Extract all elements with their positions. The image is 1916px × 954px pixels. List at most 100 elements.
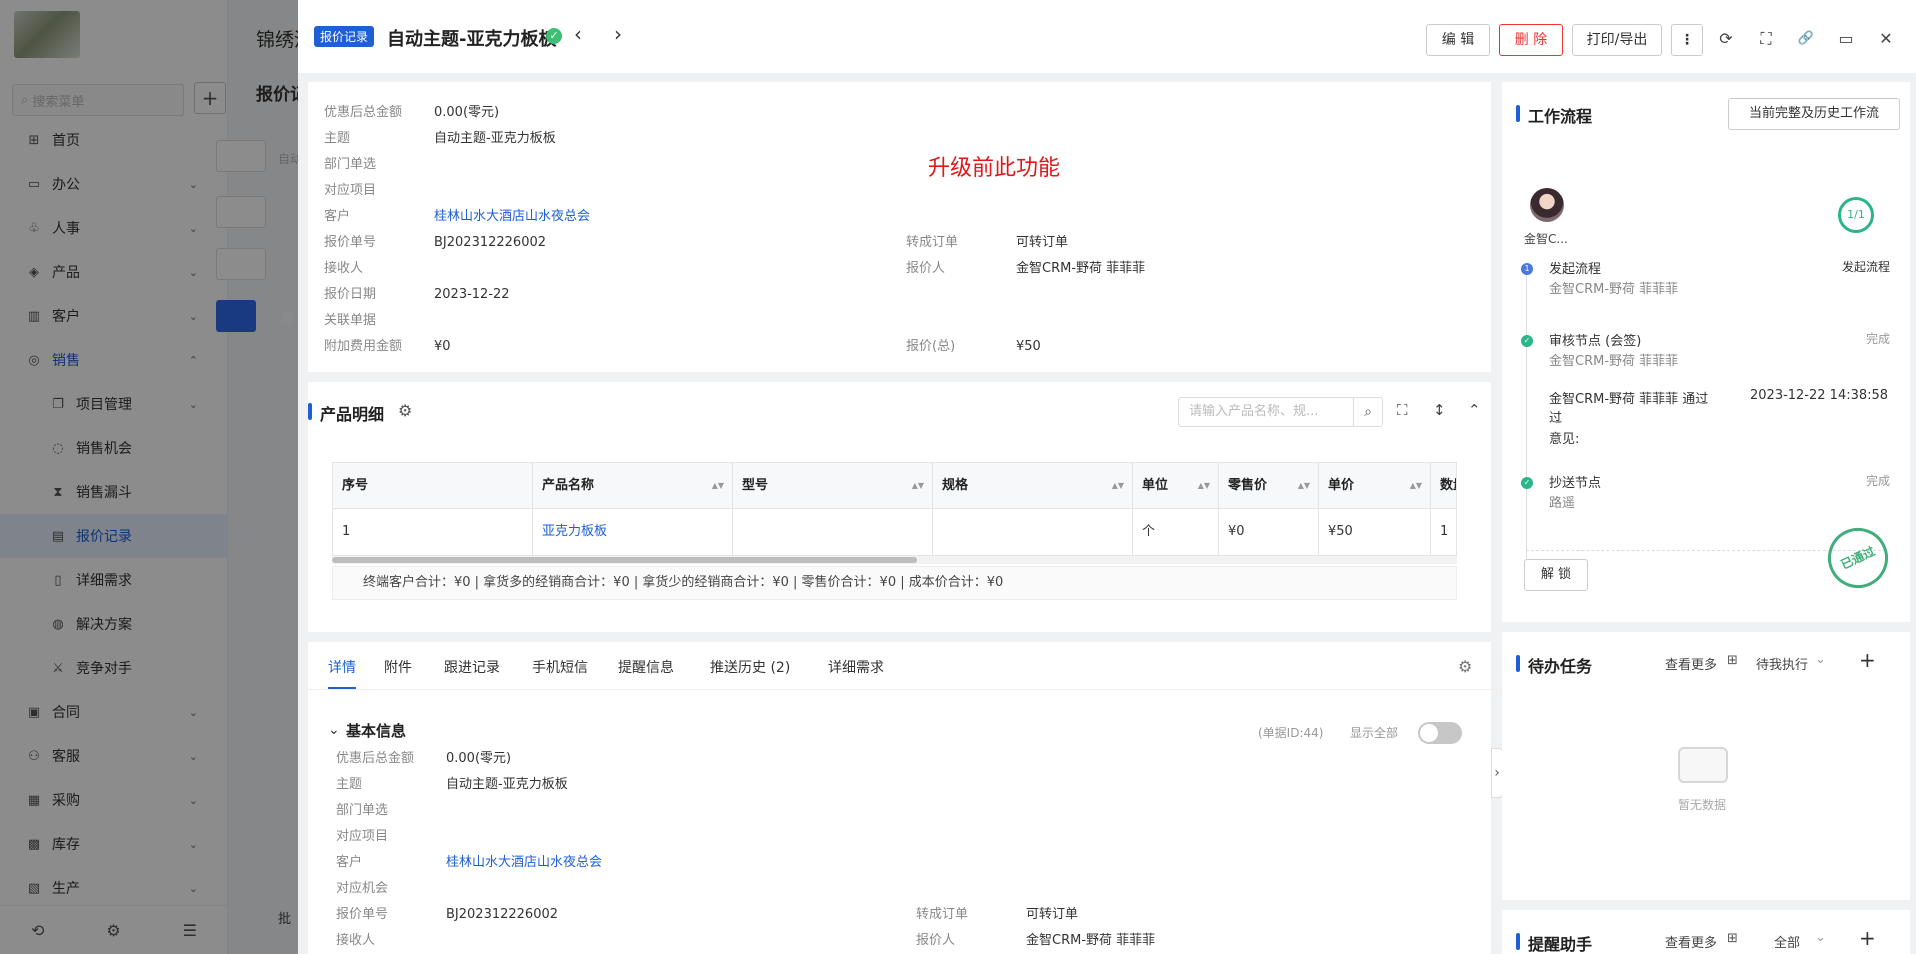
reminder-more-link[interactable]: 查看更多 [1665, 932, 1717, 951]
step-name: 抄送节点 [1549, 476, 1602, 491]
column-header[interactable]: 数量 [1431, 463, 1456, 509]
collapse-icon[interactable]: ⌃ [1468, 401, 1481, 419]
step-status-icon: ✓ [1521, 477, 1533, 489]
edit-button[interactable]: 编 辑 [1426, 24, 1490, 56]
column-header[interactable]: 规格 ▲▼ [933, 463, 1133, 509]
field-row: 转成订单 可转订单 [916, 906, 1316, 924]
workflow-user: 金智C... [1524, 232, 1568, 246]
step-status: 发起流程 [1841, 260, 1890, 274]
next-record-icon[interactable]: › [614, 23, 622, 45]
tab-item[interactable]: 详情 [328, 657, 356, 677]
field-row: 主题 自动主题-亚克力板板 [324, 130, 724, 148]
active-tab-indicator [328, 687, 356, 689]
detail-drawer: 报价记录 自动主题-亚克力板板 ✓ ‹ › 编 辑 删 除 打印/导出 ⋮ ⟳ … [298, 0, 1916, 954]
section-marker [1516, 105, 1520, 122]
add-reminder-icon[interactable]: + [1859, 926, 1876, 950]
sort-icon[interactable]: ▲▼ [912, 463, 924, 509]
fullscreen-icon[interactable]: ⛶ [1753, 26, 1779, 52]
table-cell[interactable]: 亚克力板板 [533, 509, 733, 555]
expand-icon[interactable]: ⛶ [1397, 401, 1408, 419]
step-status: 完成 [1865, 474, 1890, 488]
basic-info-title: 基本信息 [346, 722, 407, 740]
tab-item[interactable]: 推送历史 (2) [710, 657, 790, 677]
delete-button[interactable]: 删 除 [1499, 24, 1563, 56]
settings-icon[interactable]: ⚙ [398, 401, 412, 420]
todo-empty-text: 暂无数据 [1678, 798, 1727, 812]
scrollbar-thumb[interactable] [332, 557, 917, 563]
field-value: ¥50 [1016, 339, 1041, 354]
column-header[interactable]: 序号 [333, 463, 533, 509]
field-label: 部门单选 [336, 803, 389, 818]
step-name: 审核节点 (会签) [1549, 334, 1642, 349]
field-label: 报价单号 [324, 235, 377, 250]
todo-filter-select[interactable]: 待我执行 [1756, 654, 1808, 673]
show-all-toggle[interactable] [1418, 722, 1462, 744]
chevron-down-icon: ⌄ [1815, 930, 1826, 945]
tab-item[interactable]: 详细需求 [828, 657, 884, 677]
print-export-button[interactable]: 打印/导出 [1572, 24, 1662, 56]
field-row: 附加费用金额 ¥0 [324, 338, 724, 356]
step-person: 路遥 [1549, 496, 1576, 511]
field-row: 对应项目 [336, 828, 736, 846]
refresh-icon[interactable]: ⟳ [1713, 26, 1739, 52]
sort-icon[interactable]: ▲▼ [1112, 463, 1124, 509]
step-person: 金智CRM-野荷 菲菲菲 [1549, 354, 1679, 369]
tab-item[interactable]: 附件 [384, 657, 412, 677]
link-icon[interactable]: 🔗 [1793, 26, 1819, 52]
detail-tabs: 详情 附件 跟进记录 手机短信 提醒信息 推送历史 (2) 详细需求 [308, 642, 1503, 690]
field-row: 客户 桂林山水大酒店山水夜总会 [336, 854, 736, 872]
field-label: 转成订单 [906, 235, 959, 250]
unlock-button[interactable]: 解 锁 [1524, 559, 1588, 591]
field-row: 接收人 [324, 260, 724, 278]
approved-check-icon: ✓ [546, 28, 562, 44]
field-value: 金智CRM-野荷 菲菲菲 [1016, 261, 1146, 276]
tab-settings-icon[interactable]: ⚙ [1458, 657, 1472, 676]
field-row: 报价人 金智CRM-野荷 菲菲菲 [906, 260, 1306, 278]
table-horizontal-scrollbar[interactable] [332, 556, 1457, 564]
add-todo-icon[interactable]: + [1859, 648, 1876, 672]
field-row: 转成订单 可转订单 [906, 234, 1306, 252]
prev-record-icon[interactable]: ‹ [574, 23, 582, 45]
field-label: 关联单据 [324, 313, 377, 328]
column-header[interactable]: 零售价 ▲▼ [1219, 463, 1319, 509]
toggle-knob [1420, 724, 1438, 742]
todo-more-link[interactable]: 查看更多 [1665, 654, 1717, 673]
approved-stamp: 已通过 [1818, 518, 1898, 598]
sort-icon[interactable]: ▲▼ [1198, 463, 1210, 509]
tab-item[interactable]: 跟进记录 [444, 657, 500, 677]
field-row: 主题 自动主题-亚克力板板 [336, 776, 736, 794]
field-row: 报价(总) ¥50 [906, 338, 1306, 356]
avatar [1530, 188, 1564, 222]
product-search-input[interactable]: 请输入产品名称、规... [1178, 397, 1354, 427]
row-height-icon[interactable]: ↕ [1433, 401, 1446, 419]
timeline-line [1526, 272, 1527, 558]
dock-icon[interactable]: ▭ [1833, 26, 1859, 52]
close-icon[interactable]: ✕ [1873, 26, 1899, 52]
column-header[interactable]: 单位 ▲▼ [1133, 463, 1219, 509]
sort-icon[interactable]: ▲▼ [1410, 463, 1422, 509]
field-value[interactable]: 桂林山水大酒店山水夜总会 [434, 208, 590, 226]
field-value: BJ202312226002 [434, 235, 547, 250]
field-label: 优惠后总金额 [336, 751, 415, 766]
sort-icon[interactable]: ▲▼ [1298, 463, 1310, 509]
record-title: 自动主题-亚克力板板 [387, 29, 557, 50]
column-header[interactable]: 产品名称 ▲▼ [533, 463, 733, 509]
tab-item[interactable]: 提醒信息 [618, 657, 674, 677]
field-row: 报价日期 2023-12-22 [324, 286, 724, 304]
field-value[interactable]: 桂林山水大酒店山水夜总会 [446, 854, 602, 872]
field-row: 报价单号 BJ202312226002 [336, 906, 736, 924]
field-value: 可转订单 [1026, 907, 1079, 922]
search-button[interactable]: ⌕ [1353, 397, 1383, 427]
chevron-down-icon[interactable]: ⌄ [328, 722, 340, 738]
workflow-history-button[interactable]: 当前完整及历史工作流 [1728, 98, 1900, 130]
show-all-label: 显示全部 [1350, 726, 1399, 740]
field-label: 附加费用金额 [324, 339, 403, 354]
summary-card: 优惠后总金额 0.00(零元) 主题 自动主题-亚克力板板 部门单选 对应项目 客户 桂林山水… [308, 82, 1491, 372]
more-actions-button[interactable]: ⋮ [1671, 24, 1703, 56]
field-label: 优惠后总金额 [324, 105, 403, 120]
sort-icon[interactable]: ▲▼ [712, 463, 724, 509]
column-header[interactable]: 单价 ▲▼ [1319, 463, 1431, 509]
reminder-filter-select[interactable]: 全部 [1774, 932, 1800, 951]
tab-item[interactable]: 手机短信 [532, 657, 588, 677]
column-header[interactable]: 型号 ▲▼ [733, 463, 933, 509]
